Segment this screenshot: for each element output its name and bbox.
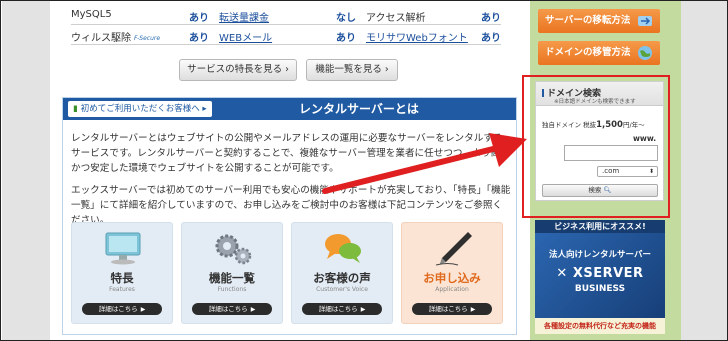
card-title: お申し込み [423, 271, 481, 285]
page-margin-left [2, 1, 50, 340]
promo-product: BUSINESS [574, 284, 626, 294]
server-migration-button[interactable]: サーバーの移転方法 [538, 9, 660, 33]
first-time-badge[interactable]: ▮ 初めてご利用いただくお客様へ ▸ [68, 101, 212, 117]
beginner-mark-icon: ▮ [73, 104, 78, 114]
promo-brand: ✕ XSERVER [535, 266, 665, 281]
server-arrow-icon [638, 16, 652, 26]
details-button[interactable]: 詳細はこちら ▶ [192, 303, 272, 315]
arrow-right-icon: ▶ [470, 306, 476, 313]
feature-value: なし [336, 13, 356, 24]
details-button[interactable]: 詳細はこちら ▶ [82, 303, 162, 315]
card-subtitle: Features [109, 286, 135, 293]
speech-bubbles-icon [325, 234, 361, 263]
feature-value: あり [189, 33, 209, 44]
function-list-button[interactable]: 機能一覧を見る › [306, 59, 398, 81]
details-button[interactable]: 詳細はこちら ▶ [302, 303, 382, 315]
arrow-right-icon: ▶ [360, 306, 366, 313]
feature-link[interactable]: 転送量課金 [219, 9, 269, 24]
feature-row: MySQL5 あり 転送量課金 なし アクセス解析 あり [71, 5, 501, 25]
promo-line: 法人向けレンタルサーバー [549, 250, 651, 260]
feature-label: MySQL5 [71, 9, 112, 20]
xserver-business-banner[interactable]: ビジネス利用にオススメ! 法人向けレンタルサーバー ✕ XSERVER BUSI… [535, 220, 665, 334]
feature-table: MySQL5 あり 転送量課金 なし アクセス解析 あり ウィルス駆除 F-Sec… [71, 5, 501, 45]
details-label: 詳細はこちら [318, 305, 358, 313]
feature-value: あり [189, 13, 209, 24]
feature-link[interactable]: モリサワWebフォント [366, 29, 468, 44]
card-subtitle: Application [435, 286, 469, 293]
gears-icon [215, 234, 252, 265]
feature-value: あり [481, 33, 501, 44]
annotation-arrow-icon [322, 133, 527, 194]
browser-frame: MySQL5 あり 転送量課金 なし アクセス解析 あり ウィルス駆除 F-Sec… [0, 0, 728, 341]
xserver-logo-icon: ✕ [556, 266, 573, 281]
details-label: 詳細はこちら [98, 305, 138, 313]
features-button[interactable]: サービスの特長を見る › [179, 59, 297, 81]
details-label: 詳細はこちら [208, 305, 248, 313]
card-title: 特長 [110, 271, 134, 285]
details-label: 詳細はこちら [428, 305, 468, 313]
card-subtitle: Functions [217, 286, 247, 293]
promo-tagline: ビジネス利用にオススメ! [535, 220, 665, 233]
domain-transfer-button[interactable]: ドメインの移管方法 [538, 41, 660, 65]
f-secure-logo: F-Secure [134, 35, 161, 42]
arrow-right-icon: ▶ [250, 306, 256, 313]
card-features[interactable]: 特長 Features 詳細はこちら ▶ [71, 222, 173, 324]
brand-name: XSERVER [572, 266, 644, 281]
intro-header: ▮ 初めてご利用いただくお客様へ ▸ レンタルサーバーとは [63, 98, 516, 120]
feature-row: ウィルス駆除 F-Secure あり WEBメール あり モリサワWebフォント … [71, 25, 501, 45]
feature-value: あり [481, 13, 501, 24]
card-subtitle: Customer's Voice [316, 286, 368, 293]
button-label: サーバーの移転方法 [545, 15, 631, 26]
card-functions[interactable]: 機能一覧 Functions 詳細はこちら ▶ [181, 222, 283, 324]
page-margin-right [681, 1, 727, 340]
badge-label: 初めてご利用いただくお客様へ [80, 104, 200, 114]
feature-link[interactable]: WEBメール [219, 29, 272, 44]
intro-title: レンタルサーバーとは [299, 102, 419, 116]
feature-value: あり [336, 33, 356, 44]
details-button[interactable]: 詳細はこちら ▶ [412, 303, 492, 315]
feature-label: ウィルス駆除 F-Secure [71, 29, 160, 44]
globe-icon [638, 46, 652, 60]
promo-footer: 各種設定の無料代行など充実の機能 [535, 318, 665, 334]
monitor-icon [105, 232, 141, 265]
feature-label-text: ウィルス駆除 [71, 33, 131, 44]
card-application[interactable]: お申し込み Application 詳細はこちら ▶ [401, 222, 503, 324]
feature-label: アクセス解析 [366, 13, 426, 24]
button-label: ドメインの移管方法 [545, 47, 631, 58]
highlight-box [522, 75, 670, 218]
arrow-right-icon: ▶ [140, 306, 146, 313]
card-title: 機能一覧 [209, 271, 255, 285]
card-title: お客様の声 [313, 271, 371, 285]
pen-icon [435, 232, 472, 266]
card-voice[interactable]: お客様の声 Customer's Voice 詳細はこちら ▶ [291, 222, 393, 324]
